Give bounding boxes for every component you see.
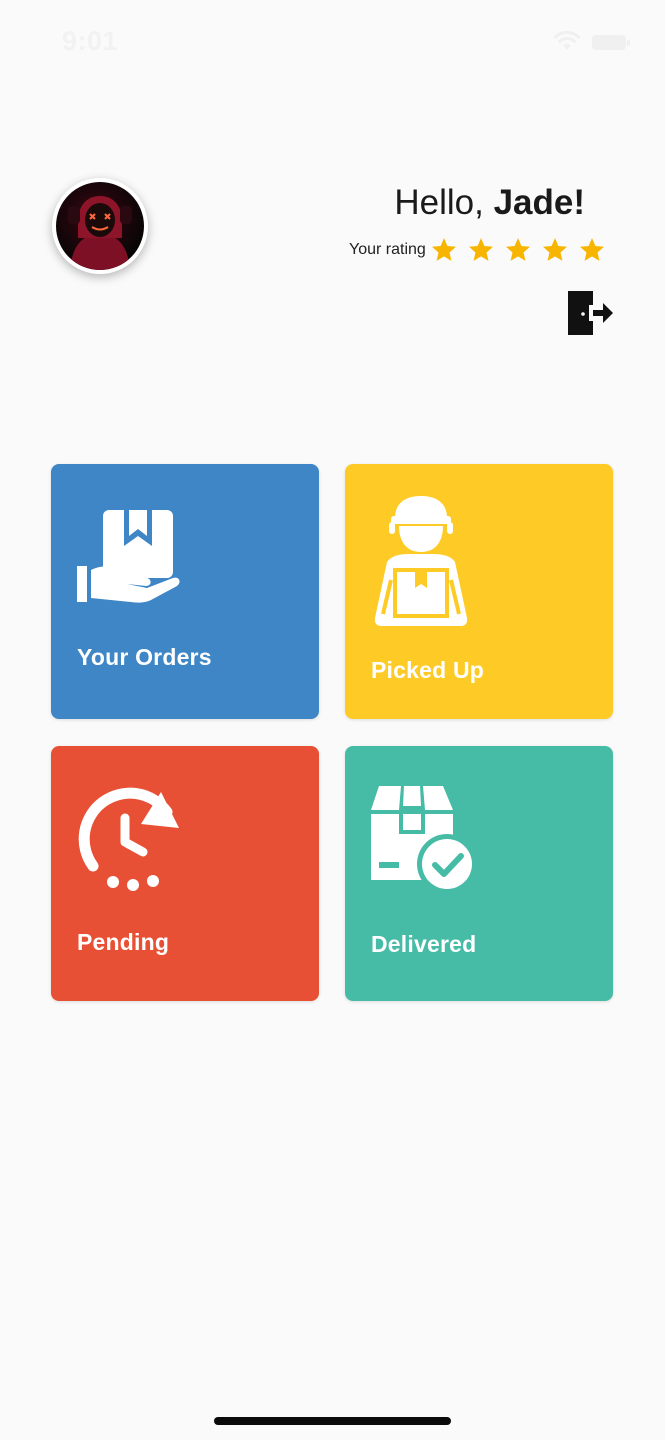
star-icon xyxy=(431,238,456,261)
pending-label: Pending xyxy=(77,929,170,955)
user-name: Jade! xyxy=(493,183,585,222)
rating-stars xyxy=(430,236,606,264)
star-icon xyxy=(468,238,493,261)
box-check-icon xyxy=(371,786,477,894)
hand-holding-box-icon xyxy=(77,510,180,603)
greeting-prefix: Hello, xyxy=(394,183,494,222)
pending-tile[interactable]: Pending xyxy=(51,746,319,1001)
your-orders-label: Your Orders xyxy=(77,644,212,670)
rating-label: Your rating xyxy=(349,241,426,258)
star-icon xyxy=(542,238,567,261)
star-icon xyxy=(579,238,604,261)
delivered-label: Delivered xyxy=(371,931,477,957)
delivered-tile[interactable]: Delivered xyxy=(345,746,613,1001)
home-indicator[interactable] xyxy=(214,1417,451,1425)
your-orders-tile[interactable]: Your Orders xyxy=(51,464,319,719)
battery-icon xyxy=(592,35,630,50)
clock-refresh-icon xyxy=(78,787,179,891)
wifi-icon xyxy=(554,30,580,50)
rating: Your rating xyxy=(349,235,606,265)
delivery-person-icon xyxy=(374,496,468,626)
star-icon xyxy=(505,238,530,261)
status-bar: 9:01 xyxy=(0,0,665,86)
status-time: 9:01 xyxy=(62,26,119,56)
picked-up-label: Picked Up xyxy=(371,657,485,683)
avatar-image xyxy=(56,182,144,270)
picked-up-tile[interactable]: Picked Up xyxy=(345,464,613,719)
greeting: Hello, Jade! xyxy=(394,183,585,223)
avatar[interactable] xyxy=(52,178,148,274)
logout-icon[interactable] xyxy=(565,288,615,338)
